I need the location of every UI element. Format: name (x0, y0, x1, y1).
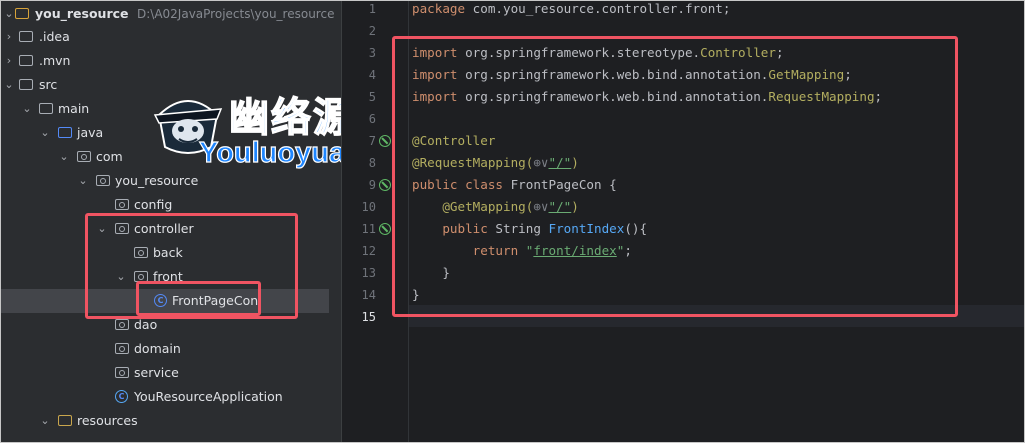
project-name: you_resource (35, 6, 129, 21)
chevron-right-icon[interactable]: › (3, 25, 15, 49)
source-folder-icon (58, 127, 72, 138)
tree-item-label: resources (77, 413, 138, 428)
line-number: 11 (361, 222, 376, 236)
keyword: package (412, 1, 466, 16)
spring-bean-gutter-icon[interactable] (379, 179, 391, 191)
line-number: 8 (368, 156, 376, 170)
tree-item-label: main (58, 101, 90, 116)
code-text: com.you_resource.controller.front; (465, 1, 731, 16)
code-line-1: package com.you_resource.controller.fron… (412, 1, 731, 20)
chevron-down-icon[interactable]: ⌄ (39, 409, 51, 433)
tree-item-domain[interactable]: domain (1, 337, 341, 361)
tree-item-label: java (77, 125, 104, 140)
tree-item-service[interactable]: service (1, 361, 341, 385)
package-icon (115, 367, 129, 378)
chevron-down-icon[interactable]: ⌄ (58, 145, 70, 169)
line-number: 12 (361, 244, 376, 258)
tree-item-label: YouResourceApplication (134, 389, 283, 404)
line-number: 6 (368, 112, 376, 126)
package-icon (115, 319, 129, 330)
line-number: 2 (368, 24, 376, 38)
spring-endpoint-gutter-icon[interactable] (379, 223, 391, 235)
line-number: 1 (368, 2, 376, 16)
folder-icon (19, 79, 33, 90)
code-editor[interactable]: 1 2 3 4 5 6 7 8 9 10 11 12 13 14 15 pack… (342, 1, 1024, 442)
tree-item-label: com (96, 149, 123, 164)
chevron-down-icon[interactable]: ⌄ (21, 97, 33, 121)
tree-item-label: src (39, 77, 58, 92)
line-number: 5 (368, 90, 376, 104)
folder-icon (39, 103, 53, 114)
highlight-class-box (136, 281, 261, 316)
watermark: 幽络源 Youluoyuan (151, 85, 341, 185)
tree-item-idea[interactable]: › .idea (1, 25, 341, 49)
chevron-down-icon[interactable]: ⌄ (77, 169, 89, 193)
package-icon (115, 199, 129, 210)
chevron-right-icon[interactable]: › (3, 49, 15, 73)
tree-item-label: service (134, 365, 179, 380)
resources-folder-icon (58, 415, 72, 426)
folder-icon (19, 31, 33, 42)
tree-item-resources[interactable]: ⌄ resources (1, 409, 341, 433)
chevron-down-icon[interactable]: ⌄ (39, 121, 51, 145)
project-tree: ⌄ you_resource D:\A02JavaProjects\you_re… (1, 1, 341, 442)
folder-icon (15, 8, 29, 19)
chevron-down-icon[interactable]: ⌄ (3, 2, 15, 26)
line-number: 13 (361, 266, 376, 280)
ide-window: ⌄ you_resource D:\A02JavaProjects\you_re… (0, 0, 1025, 443)
watermark-chinese-text: 幽络源 (228, 94, 341, 142)
watermark-english-text: Youluoyuan (198, 136, 341, 169)
package-icon (115, 343, 129, 354)
line-number: 7 (368, 134, 376, 148)
tree-item-label: .mvn (39, 53, 71, 68)
spring-bean-gutter-icon[interactable] (379, 135, 391, 147)
line-number: 9 (368, 178, 376, 192)
package-icon (77, 151, 91, 162)
project-path: D:\A02JavaProjects\you_resource (137, 7, 335, 21)
line-number: 14 (361, 288, 376, 302)
folder-icon (19, 55, 33, 66)
spring-class-icon: C (115, 390, 128, 403)
package-icon (96, 175, 110, 186)
highlight-code-box (392, 36, 958, 317)
tree-item-mvn[interactable]: › .mvn (1, 49, 341, 73)
chevron-down-icon[interactable]: ⌄ (3, 73, 15, 97)
tree-item-application[interactable]: C YouResourceApplication (1, 385, 341, 409)
tree-item-root[interactable]: ⌄ you_resource D:\A02JavaProjects\you_re… (1, 2, 341, 26)
tree-item-label: .idea (39, 29, 70, 44)
tree-item-label: domain (134, 341, 181, 356)
line-number: 4 (368, 68, 376, 82)
line-number: 3 (368, 46, 376, 60)
line-number: 15 (361, 310, 376, 324)
line-number: 10 (361, 200, 376, 214)
